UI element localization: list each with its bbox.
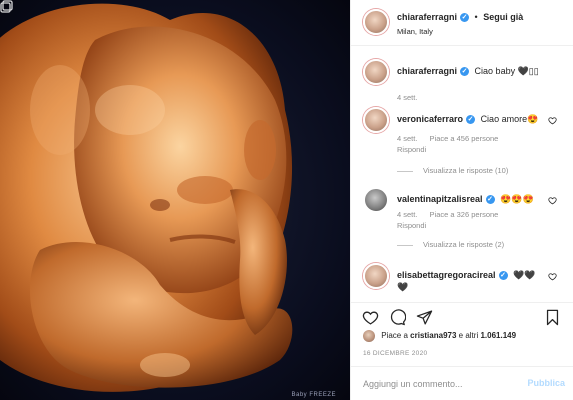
comment-time[interactable]: 4 sett. xyxy=(397,210,417,219)
thread-line xyxy=(397,170,413,172)
caption-avatar[interactable] xyxy=(363,59,389,85)
publish-button[interactable]: Pubblica xyxy=(527,378,565,388)
caption-text: Ciao baby 🖤▯▯ xyxy=(474,66,539,76)
comment-text-continued: 🖤 xyxy=(397,282,409,292)
comment-avatar[interactable] xyxy=(363,263,389,289)
comment-likes[interactable]: Piace a 456 persone xyxy=(430,134,499,143)
liked-by-summary: Piace a cristiana973 e altri 1.061.149 xyxy=(363,330,516,342)
like-comment-heart-icon[interactable] xyxy=(548,196,557,205)
comment-username[interactable]: valentinapitzalisreal xyxy=(397,194,483,204)
photo-watermark: Baby FREEZE xyxy=(291,392,336,398)
comments-list[interactable]: chiaraferragni ✓ Ciao baby 🖤▯▯ 4 sett. ve… xyxy=(351,47,573,297)
post-header: chiaraferragni ✓ • Segui già Milan, Italy xyxy=(351,0,573,46)
liked-by-prefix: Piace a xyxy=(381,331,408,341)
add-comment-bar: Pubblica xyxy=(351,366,573,400)
post-side-panel: chiaraferragni ✓ • Segui già Milan, Italy… xyxy=(350,0,573,400)
like-comment-heart-icon[interactable] xyxy=(548,272,557,281)
liked-by-user[interactable]: cristiana973 xyxy=(410,331,456,340)
view-replies-button[interactable]: Visualizza le risposte (2) xyxy=(397,240,504,249)
header-separator: • xyxy=(474,12,478,22)
verified-badge-icon: ✓ xyxy=(460,67,470,77)
reply-button[interactable]: Rispondi xyxy=(397,145,426,154)
comment-input[interactable] xyxy=(363,376,513,392)
thread-line xyxy=(397,244,413,246)
follow-button[interactable]: Segui già xyxy=(483,12,523,22)
caption-username[interactable]: chiaraferragni xyxy=(397,66,457,76)
carousel-icon xyxy=(0,0,13,13)
comment-username[interactable]: elisabettagregoracireal xyxy=(397,270,496,280)
verified-badge-icon: ✓ xyxy=(460,13,470,23)
verified-badge-icon: ✓ xyxy=(485,195,495,205)
share-send-icon[interactable] xyxy=(416,309,433,326)
comment-avatar[interactable] xyxy=(363,187,389,213)
post-date[interactable]: 16 DICEMBRE 2020 xyxy=(363,350,427,357)
comment-bubble-icon[interactable] xyxy=(389,309,406,326)
author-username[interactable]: chiaraferragni xyxy=(397,12,457,22)
comment-username[interactable]: veronicaferraro xyxy=(397,114,463,124)
view-replies-button[interactable]: Visualizza le risposte (10) xyxy=(397,166,508,175)
verified-badge-icon: ✓ xyxy=(498,271,508,281)
comment-text: Ciao amore😍 xyxy=(480,114,539,124)
comment-time[interactable]: 4 sett. xyxy=(397,134,417,143)
like-comment-heart-icon[interactable] xyxy=(548,116,557,125)
liked-by-middle: e altri xyxy=(458,331,479,341)
post-location[interactable]: Milan, Italy xyxy=(397,27,433,36)
like-heart-icon[interactable] xyxy=(362,309,379,326)
comment-text: 🖤🖤 xyxy=(513,270,536,280)
comment-likes[interactable]: Piace a 326 persone xyxy=(430,210,499,219)
comment-text: 😍😍😍 xyxy=(500,194,534,204)
caption-time[interactable]: 4 sett. xyxy=(397,93,417,102)
liked-by-count[interactable]: 1.061.149 xyxy=(480,331,516,340)
reply-button[interactable]: Rispondi xyxy=(397,221,426,230)
post-photo[interactable]: Baby FREEZE xyxy=(0,0,350,400)
ultrasound-image xyxy=(0,3,293,392)
author-avatar[interactable] xyxy=(363,9,389,35)
comment-avatar[interactable] xyxy=(363,107,389,133)
post-actions-bar xyxy=(351,302,573,330)
verified-badge-icon: ✓ xyxy=(466,115,476,125)
save-bookmark-icon[interactable] xyxy=(544,309,561,326)
liker-avatar[interactable] xyxy=(363,330,375,342)
